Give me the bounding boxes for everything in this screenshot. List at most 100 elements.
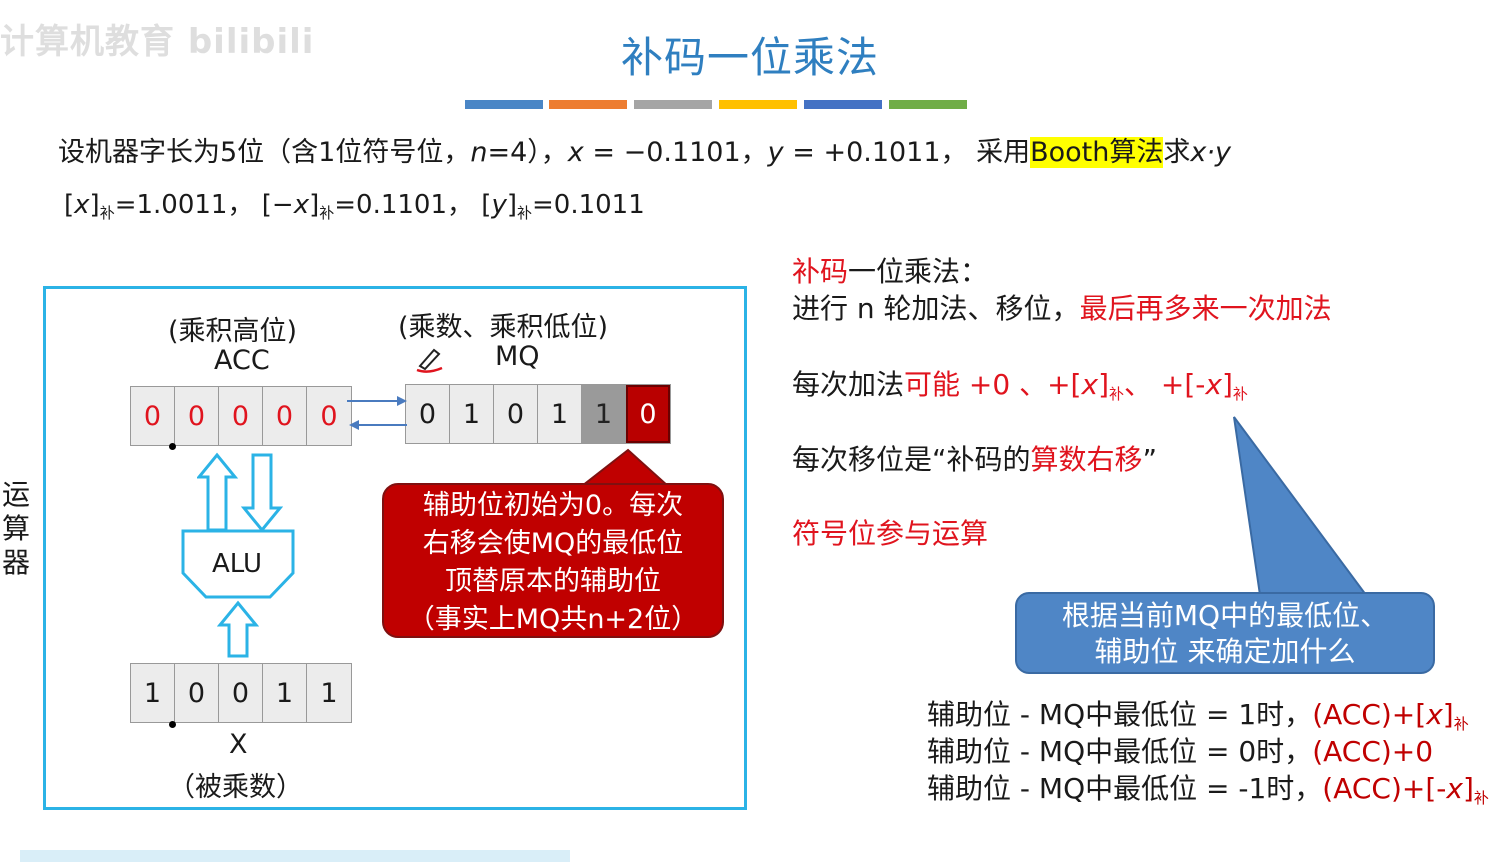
rule-result: (ACC)+[x]补 — [1312, 698, 1469, 733]
x-variable: x — [567, 137, 584, 168]
y-variable: y — [491, 190, 507, 220]
callout-line: （事实上MQ共n+2位） — [407, 604, 699, 635]
method-line-sign: 符号位参与运算 — [792, 517, 989, 550]
booth-highlight: Booth算法 — [1030, 137, 1164, 168]
acc-bit: 0 — [219, 387, 263, 445]
acc-bit: 0 — [175, 387, 219, 445]
x-variable: x — [1081, 368, 1099, 401]
addition-option-text: 、 +[- — [1124, 368, 1206, 401]
x-complement-value: =1.0011， — [114, 190, 254, 220]
callout-line: 辅助位初始为0。每次 — [422, 490, 684, 521]
neg-x-complement-value: =0.1101， — [334, 190, 474, 220]
method-line-addition: 每次加法可能 +0 、+[x]补、 +[-x]补 — [792, 363, 1248, 404]
problem-text-end: 求 — [1163, 137, 1191, 168]
xy-product: x·y — [1190, 137, 1231, 168]
problem-statement: 设机器字长为5位（含1位符号位，n=4），x = −0.1101，y = +0.… — [58, 130, 1231, 169]
x-variable: x — [1205, 368, 1222, 401]
acc-bit: 0 — [131, 387, 175, 445]
rule-row: 辅助位 - MQ中最低位 = -1时，(ACC)+[-x]补 — [927, 767, 1489, 808]
bracket: ] — [1221, 368, 1233, 401]
complement-subscript: 补 — [516, 204, 532, 222]
complement-subscript: 补 — [1473, 789, 1489, 807]
bracket: ] — [506, 190, 517, 220]
rule-result-text: (ACC)+0 — [1312, 735, 1434, 768]
complement-subscript: 补 — [99, 204, 115, 222]
rounds-text: 进行 n 轮加法、移位， — [792, 292, 1080, 325]
bracket: ] — [1098, 368, 1109, 401]
addition-option-text: 可能 +0 、+[ — [904, 368, 1082, 401]
bracket: ] — [1442, 698, 1454, 731]
auxiliary-bit: 0 — [626, 385, 670, 443]
acc-alu-arrows — [197, 452, 283, 533]
complement-subscript: 补 — [1109, 385, 1125, 403]
color-bar-5 — [804, 100, 882, 109]
acc-caption: (乘积高位) — [168, 316, 298, 347]
bracket: [ — [64, 190, 75, 220]
callout-pointer — [580, 448, 670, 487]
addition-options: 可能 +0 、+[x]补、 +[-x]补 — [904, 368, 1248, 403]
color-bar-3 — [634, 100, 712, 109]
acc-mq-shift-arrows — [347, 396, 407, 430]
y-complement-value: =0.1011 — [532, 190, 645, 220]
acc-register: 0 0 0 0 0 — [130, 386, 352, 446]
rule-condition: 辅助位 - MQ中最低位 = -1时， — [927, 772, 1323, 805]
x-register: 1 0 0 1 1 — [130, 663, 352, 723]
bracket: ] — [309, 190, 320, 220]
bracket: [− — [261, 190, 294, 220]
pen-icon — [416, 348, 443, 373]
x-bit: 1 — [263, 664, 307, 722]
complement-subscript: 补 — [319, 204, 335, 222]
addition-text: 每次加法 — [792, 368, 905, 401]
x-variable: x — [1426, 698, 1443, 731]
bracket: [ — [481, 190, 492, 220]
shift-text: 每次移位是“补码的 — [792, 443, 1031, 476]
x-variable: x — [293, 190, 310, 220]
rule-result-text: (ACC)+[- — [1322, 772, 1447, 805]
mq-caption: (乘数、乘积低位) — [398, 312, 609, 343]
method-line-shift: 每次移位是“补码的算数右移” — [792, 438, 1157, 478]
color-bar-6 — [889, 100, 967, 109]
rule-result: (ACC)+[-x]补 — [1322, 772, 1489, 807]
n-value: =4）， — [487, 137, 568, 168]
method-line-rounds: 进行 n 轮加法、移位，最后再多来一次加法 — [792, 287, 1332, 327]
complement-values: [x]补=1.0011， [−x]补=0.1101， [y]补=0.1011 — [64, 184, 645, 223]
x-name: X — [229, 729, 248, 760]
rounds-emphasis: 最后再多来一次加法 — [1079, 292, 1332, 325]
n-variable: n — [470, 137, 488, 168]
alu-label: ALU — [212, 549, 263, 579]
complement-subscript: 补 — [1453, 715, 1469, 733]
x-alu-arrow — [217, 600, 259, 658]
lookup-callout: 根据当前MQ中的最低位、 辅助位 来确定加什么 — [1015, 592, 1435, 674]
x-caption: （被乘数） — [168, 772, 303, 803]
x-bit: 1 — [320, 677, 338, 709]
bracket: ] — [1462, 772, 1474, 805]
mq-lowest-bit: 1 — [582, 385, 626, 443]
rule-condition: 辅助位 - MQ中最低位 = 1时， — [927, 698, 1313, 731]
x-bit: 0 — [175, 664, 219, 722]
x-bit: 1 — [131, 664, 175, 722]
rule-row: 辅助位 - MQ中最低位 = 0时，(ACC)+0 — [927, 730, 1433, 770]
callout-line: 辅助位 来确定加什么 — [1094, 635, 1356, 668]
callout-line: 右移会使MQ的最低位 — [422, 528, 684, 559]
callout-line: 根据当前MQ中的最低位、 — [1061, 599, 1389, 632]
acc-bit: 0 — [263, 387, 307, 445]
mq-bit: 1 — [538, 385, 582, 443]
callout-pointer — [1233, 416, 1368, 596]
mq-register: 0 1 0 1 1 0 — [405, 384, 671, 444]
x-variable: x — [74, 190, 90, 220]
rule-result: (ACC)+0 — [1312, 735, 1433, 768]
heading-rest: 一位乘法： — [848, 255, 989, 288]
page-title: 补码一位乘法 — [620, 33, 879, 82]
rule-condition: 辅助位 - MQ中最低位 = 0时， — [927, 735, 1313, 768]
acc-name: ACC — [214, 345, 270, 376]
x-bit: 0 — [219, 664, 263, 722]
sign-bit-marker — [169, 443, 176, 450]
bottom-decoration — [20, 850, 570, 862]
y-value: = +0.1011， 采用 — [783, 137, 1031, 168]
mq-bit: 0 — [406, 385, 450, 443]
color-bar-2 — [549, 100, 627, 109]
color-bar-4 — [719, 100, 797, 109]
shift-text-end: ” — [1142, 443, 1158, 476]
rule-result-text: (ACC)+[ — [1312, 698, 1427, 731]
x-variable: x — [1446, 772, 1463, 805]
